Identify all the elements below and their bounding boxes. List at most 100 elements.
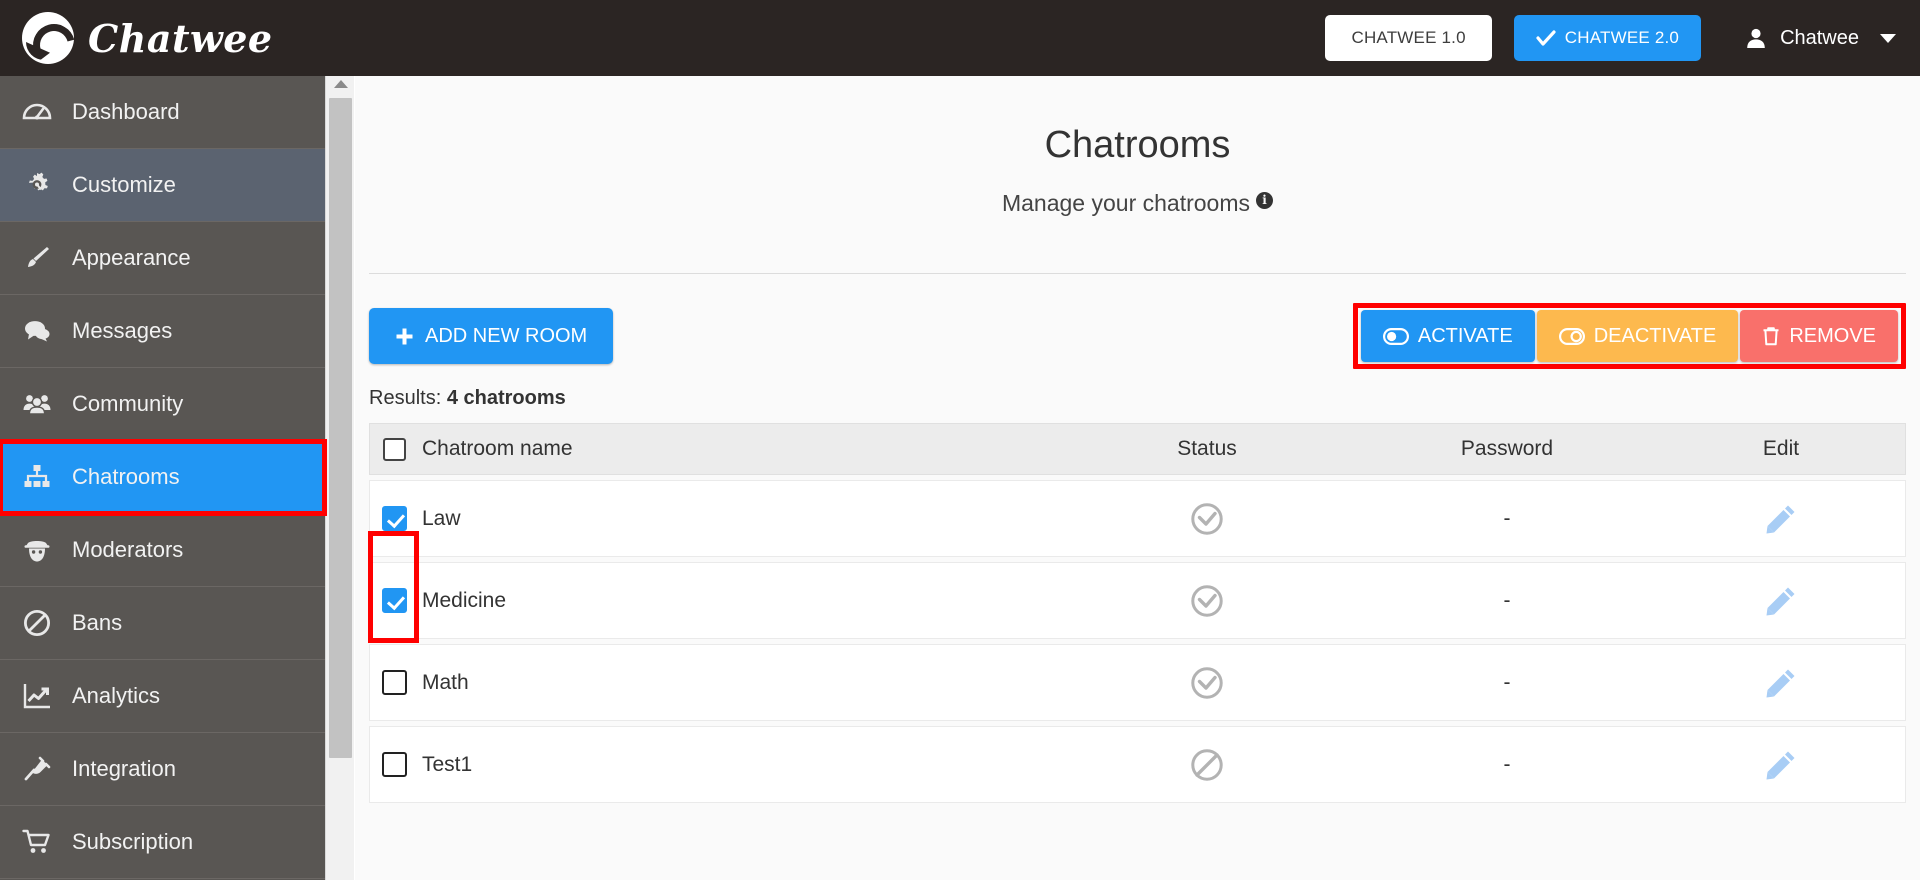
sidebar-nav: Dashboard Customize Appearance Messages Comm…: [0, 76, 327, 880]
secret-agent-icon: [20, 535, 54, 565]
page-subtitle-text: Manage your chatrooms: [1001, 190, 1250, 216]
table-row[interactable]: Test1 -: [369, 726, 1906, 803]
chevron-down-icon: [1880, 33, 1896, 43]
scroll-up-arrow-icon[interactable]: [334, 80, 348, 88]
shopping-cart-icon: [20, 827, 54, 857]
sidebar-item-customize[interactable]: Customize: [0, 149, 325, 222]
scroll-thumb[interactable]: [329, 98, 352, 758]
activate-button[interactable]: ACTIVATE: [1360, 310, 1535, 362]
edit-cell[interactable]: [1657, 748, 1905, 782]
sidebar-item-label: Analytics: [72, 683, 161, 708]
chatwee-logo-icon: [22, 12, 74, 64]
brand-name: Chatwee: [88, 15, 273, 61]
plug-icon: [20, 754, 54, 784]
password-cell: -: [1503, 752, 1511, 776]
chatwee-admin-page: Chatwee CHATWEE 1.0 CHATWEE 2.0 Chatwee …: [0, 0, 1920, 880]
password-cell: -: [1503, 588, 1511, 612]
column-header-edit: Edit: [1762, 437, 1800, 460]
row-checkbox[interactable]: [381, 752, 407, 777]
pencil-icon[interactable]: [1764, 502, 1798, 536]
column-header-name: Chatroom name: [422, 437, 573, 460]
status-cell: [1057, 665, 1357, 701]
chatroom-name-cell: Math: [422, 670, 469, 694]
chatwee-2-label: CHATWEE 2.0: [1564, 28, 1680, 47]
page-title: Chatrooms: [1044, 124, 1231, 166]
chatroom-name-cell: Test1: [422, 752, 473, 776]
chatrooms-table: Chatroom name Status Password Edit Law - M…: [369, 423, 1906, 803]
users-group-icon: [20, 389, 54, 419]
dashboard-gauge-icon: [20, 97, 54, 127]
header-actions: CHATWEE 1.0 CHATWEE 2.0 Chatwee: [1325, 15, 1920, 61]
toggle-on-icon: [1382, 327, 1409, 345]
table-row[interactable]: Medicine -: [369, 562, 1906, 639]
table-row[interactable]: Law -: [369, 480, 1906, 557]
password-cell: -: [1503, 506, 1511, 530]
edit-cell[interactable]: [1657, 666, 1905, 700]
sidebar-item-label: Subscription: [72, 829, 194, 854]
chatwee-2-button[interactable]: CHATWEE 2.0: [1513, 15, 1702, 61]
gear-icon: [20, 170, 54, 200]
edit-cell[interactable]: [1657, 502, 1905, 536]
select-all-checkbox[interactable]: [382, 437, 406, 461]
deactivate-button[interactable]: DEACTIVATE: [1536, 310, 1739, 362]
check-circle-icon: [1189, 501, 1225, 537]
row-checkbox[interactable]: [381, 588, 407, 613]
sidebar-item-label: Integration: [72, 756, 176, 781]
sidebar-item-bans[interactable]: Bans: [0, 587, 325, 660]
bulk-actions-group-highlight: ACTIVATE DEACTIVATE REMOVE: [1352, 303, 1906, 369]
add-new-room-label: ADD NEW ROOM: [425, 324, 588, 347]
pencil-icon[interactable]: [1764, 584, 1798, 618]
content-scrollbar[interactable]: [325, 76, 354, 880]
chatwee-1-button[interactable]: CHATWEE 1.0: [1325, 15, 1492, 61]
row-checkbox-cell: [370, 588, 418, 613]
table-row[interactable]: Math -: [369, 644, 1906, 721]
check-circle-icon: [1189, 583, 1225, 619]
edit-cell[interactable]: [1657, 584, 1905, 618]
chatroom-name-cell: Medicine: [422, 588, 507, 612]
pencil-icon[interactable]: [1764, 666, 1798, 700]
main-content: Chatrooms Manage your chatrooms i ADD NE…: [355, 76, 1920, 880]
action-toolbar: ADD NEW ROOM ACTIVATE DEACTIVATE REMOVE: [355, 274, 1920, 369]
column-header-password: Password: [1460, 437, 1554, 460]
toggle-off-icon: [1558, 327, 1585, 345]
sitemap-icon: [20, 462, 54, 492]
plus-icon: [395, 327, 414, 346]
table-header-row: Chatroom name Status Password Edit: [369, 423, 1906, 475]
row-checkbox[interactable]: [381, 670, 407, 695]
row-checkbox-cell: [370, 670, 418, 695]
sidebar-item-analytics[interactable]: Analytics: [0, 660, 325, 733]
page-subtitle: Manage your chatrooms i: [355, 190, 1920, 217]
remove-button[interactable]: REMOVE: [1740, 310, 1898, 362]
sidebar-item-subscription[interactable]: Subscription: [0, 806, 325, 879]
results-prefix: Results:: [369, 387, 447, 409]
top-header-bar: Chatwee CHATWEE 1.0 CHATWEE 2.0 Chatwee: [0, 0, 1920, 76]
check-circle-icon: [1189, 665, 1225, 701]
sidebar-item-appearance[interactable]: Appearance: [0, 222, 325, 295]
sidebar-item-messages[interactable]: Messages: [0, 295, 325, 368]
sidebar-item-community[interactable]: Community: [0, 368, 325, 441]
user-icon: [1745, 27, 1767, 49]
info-icon[interactable]: i: [1256, 192, 1273, 209]
brand-logo[interactable]: Chatwee: [22, 12, 273, 64]
row-checkbox[interactable]: [381, 506, 407, 531]
results-value: 4 chatrooms: [446, 387, 566, 409]
line-chart-icon: [20, 681, 54, 711]
add-new-room-button[interactable]: ADD NEW ROOM: [369, 308, 614, 364]
sidebar-item-chatrooms[interactable]: Chatrooms: [0, 439, 327, 516]
remove-label: REMOVE: [1789, 324, 1876, 347]
paintbrush-icon: [20, 243, 54, 273]
ban-circle-icon: [1189, 747, 1225, 783]
sidebar-item-integration[interactable]: Integration: [0, 733, 325, 806]
sidebar-item-label: Customize: [72, 172, 176, 197]
sidebar-item-moderators[interactable]: Moderators: [0, 514, 325, 587]
sidebar-item-label: Chatrooms: [72, 464, 180, 489]
pencil-icon[interactable]: [1764, 748, 1798, 782]
row-checkbox-cell: [370, 752, 418, 777]
select-all-checkbox-cell: [370, 437, 418, 461]
trash-icon: [1762, 326, 1780, 346]
sidebar-item-label: Community: [72, 391, 184, 416]
sidebar-item-label: Moderators: [72, 537, 184, 562]
results-count: Results: 4 chatrooms: [355, 369, 1920, 410]
user-menu[interactable]: Chatwee: [1745, 27, 1896, 50]
sidebar-item-dashboard[interactable]: Dashboard: [0, 76, 325, 149]
